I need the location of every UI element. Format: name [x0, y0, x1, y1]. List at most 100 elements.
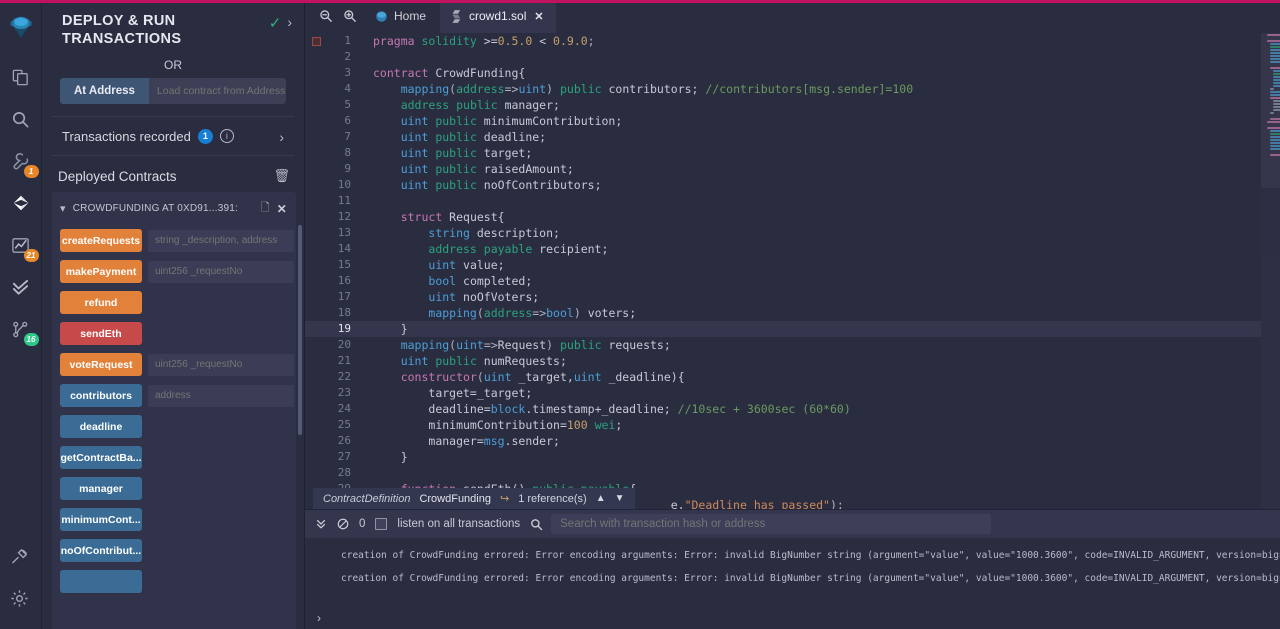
- editor-minimap[interactable]: [1261, 33, 1280, 509]
- code-line[interactable]: 17 uint noOfVoters;: [305, 289, 1280, 305]
- function-button-deadline[interactable]: deadline: [60, 415, 142, 439]
- function-button-makepayment[interactable]: makePayment: [60, 260, 142, 284]
- code-line[interactable]: 12 struct Request{: [305, 209, 1280, 225]
- at-address-input[interactable]: [148, 78, 286, 105]
- code-token: public: [456, 98, 498, 112]
- code-line[interactable]: 6 uint public minimumContribution;: [305, 113, 1280, 129]
- code-line[interactable]: 10 uint public noOfContributors;: [305, 177, 1280, 193]
- close-icon[interactable]: ✕: [277, 202, 287, 216]
- contract-header-row[interactable]: ▾ CROWDFUNDING AT 0XD91...391: 🗋 ✕: [52, 192, 296, 225]
- console-log-line[interactable]: creation of CrowdFunding errored: Error …: [305, 544, 1280, 567]
- gutter-glyph[interactable]: [305, 36, 327, 46]
- solidity-compiler-icon[interactable]: 1: [2, 142, 40, 180]
- chevron-down-icon[interactable]: ▾: [60, 202, 66, 215]
- chevrons-down-icon[interactable]: [315, 518, 327, 530]
- at-address-button[interactable]: At Address: [60, 78, 149, 105]
- function-button-createrequests[interactable]: createRequests: [60, 229, 142, 253]
- editor-tabbar: Home crowd1.sol ✕ ↔: [305, 0, 1280, 33]
- code-line[interactable]: 4 mapping(address=>uint) public contribu…: [305, 81, 1280, 97]
- code-lines[interactable]: 1 pragma solidity >=0.5.0 < 0.9.0; 2 3 contr…: [305, 33, 1280, 509]
- file-explorer-icon[interactable]: [2, 58, 40, 96]
- breakpoint-icon[interactable]: [311, 36, 321, 46]
- code-line[interactable]: 24 deadline=block.timestamp+_deadline; /…: [305, 401, 1280, 417]
- code-line[interactable]: 27 }: [305, 449, 1280, 465]
- copy-address-icon[interactable]: 🗋: [261, 199, 270, 218]
- code-token: ): [546, 338, 560, 352]
- code-line[interactable]: 14 address payable recipient;: [305, 241, 1280, 257]
- code-line[interactable]: 25 minimumContribution=100 wei;: [305, 417, 1280, 433]
- debugger-icon[interactable]: 21: [2, 226, 40, 264]
- chevron-up-icon[interactable]: ▲: [596, 493, 606, 504]
- tab-home[interactable]: Home: [363, 0, 438, 33]
- chevron-down-icon[interactable]: ▼: [615, 493, 625, 504]
- code-line[interactable]: 11: [305, 193, 1280, 209]
- info-icon[interactable]: i: [219, 129, 234, 144]
- function-arg-input[interactable]: [148, 353, 294, 376]
- function-button-sendeth[interactable]: sendEth: [60, 322, 142, 346]
- function-arg-input[interactable]: [148, 384, 294, 407]
- code-line[interactable]: 21 uint public numRequests;: [305, 353, 1280, 369]
- function-button-noofcontribut[interactable]: noOfContribut...: [60, 539, 142, 563]
- trash-icon[interactable]: 🗑: [273, 168, 290, 184]
- code-line[interactable]: 23 target=_target;: [305, 385, 1280, 401]
- function-button-minimumcont[interactable]: minimumCont...: [60, 508, 142, 532]
- function-button-refund[interactable]: refund: [60, 291, 142, 315]
- zoom-in-icon[interactable]: [339, 5, 361, 27]
- settings-gear-icon[interactable]: [0, 579, 38, 617]
- listen-on-all-transactions-checkbox[interactable]: [375, 518, 388, 530]
- code-line[interactable]: 15 uint value;: [305, 257, 1280, 273]
- console-log-line[interactable]: creation of CrowdFunding errored: Error …: [305, 567, 1280, 590]
- code-line[interactable]: 26 manager=msg.sender;: [305, 433, 1280, 449]
- line-number: 3: [344, 66, 351, 79]
- code-token: =>: [504, 82, 519, 96]
- code-line[interactable]: 13 string description;: [305, 225, 1280, 241]
- code-line[interactable]: 7 uint public deadline;: [305, 129, 1280, 145]
- solidity-unit-testing-icon[interactable]: [2, 268, 40, 306]
- code-line[interactable]: 8 uint public target;: [305, 145, 1280, 161]
- code-token: manager;: [497, 98, 560, 112]
- function-button-voterequest[interactable]: voteRequest: [60, 353, 142, 377]
- plugin-manager-icon[interactable]: [0, 537, 38, 575]
- panel-scrollbar[interactable]: [298, 225, 302, 435]
- code-line[interactable]: 1 pragma solidity >=0.5.0 < 0.9.0;: [305, 33, 1280, 49]
- code-line[interactable]: 18 mapping(address=>bool) voters;: [305, 305, 1280, 321]
- tab-crowd1-sol-label: crowd1.sol: [469, 9, 527, 23]
- code-line[interactable]: 3 contract CrowdFunding{: [305, 65, 1280, 81]
- function-arg-input[interactable]: [148, 229, 294, 252]
- search-icon[interactable]: [2, 100, 40, 138]
- deploy-run-icon[interactable]: [2, 184, 40, 222]
- code-line[interactable]: 5 address public manager;: [305, 97, 1280, 113]
- function-button-contributors[interactable]: contributors: [60, 384, 142, 408]
- code-line[interactable]: 20 mapping(uint=>Request) public request…: [305, 337, 1280, 353]
- minimap-viewport[interactable]: [1261, 33, 1280, 188]
- function-button-unnamed[interactable]: [60, 570, 142, 594]
- remix-logo-icon[interactable]: [2, 8, 40, 46]
- transactions-recorded-row[interactable]: Transactions recorded 1 i ›: [52, 116, 294, 157]
- code-line[interactable]: 9 uint public raisedAmount;: [305, 161, 1280, 177]
- transactions-expand-icon[interactable]: ›: [279, 127, 284, 145]
- panel-expand-icon[interactable]: ›: [287, 12, 292, 30]
- close-icon[interactable]: ✕: [534, 10, 543, 23]
- code-line[interactable]: 16 bool completed;: [305, 273, 1280, 289]
- code-line[interactable]: 19 }: [305, 321, 1280, 337]
- clear-console-icon[interactable]: [337, 518, 349, 530]
- zoom-out-icon[interactable]: [315, 5, 337, 27]
- function-arg-input[interactable]: [148, 260, 294, 283]
- code-text: constructor(uint _target,uint _deadline)…: [361, 369, 685, 385]
- function-button-manager[interactable]: manager: [60, 477, 142, 501]
- code-token: address: [456, 82, 505, 96]
- git-icon[interactable]: 16: [2, 310, 40, 348]
- console-prompt-icon[interactable]: ›: [317, 611, 321, 625]
- console-search-input[interactable]: [551, 514, 992, 534]
- console-log-list[interactable]: creation of CrowdFunding errored: Error …: [305, 538, 1280, 590]
- function-button-getcontractba[interactable]: getContractBa...: [60, 446, 142, 470]
- code-line[interactable]: 22 constructor(uint _target,uint _deadli…: [305, 369, 1280, 385]
- goto-reference-icon[interactable]: ↪: [500, 492, 509, 505]
- code-editor[interactable]: 1 pragma solidity >=0.5.0 < 0.9.0; 2 3 contr…: [305, 33, 1280, 509]
- code-line[interactable]: 28: [305, 465, 1280, 481]
- search-icon[interactable]: [530, 518, 543, 531]
- code-line[interactable]: 2: [305, 49, 1280, 65]
- tab-crowd1-sol[interactable]: crowd1.sol ✕: [440, 0, 556, 33]
